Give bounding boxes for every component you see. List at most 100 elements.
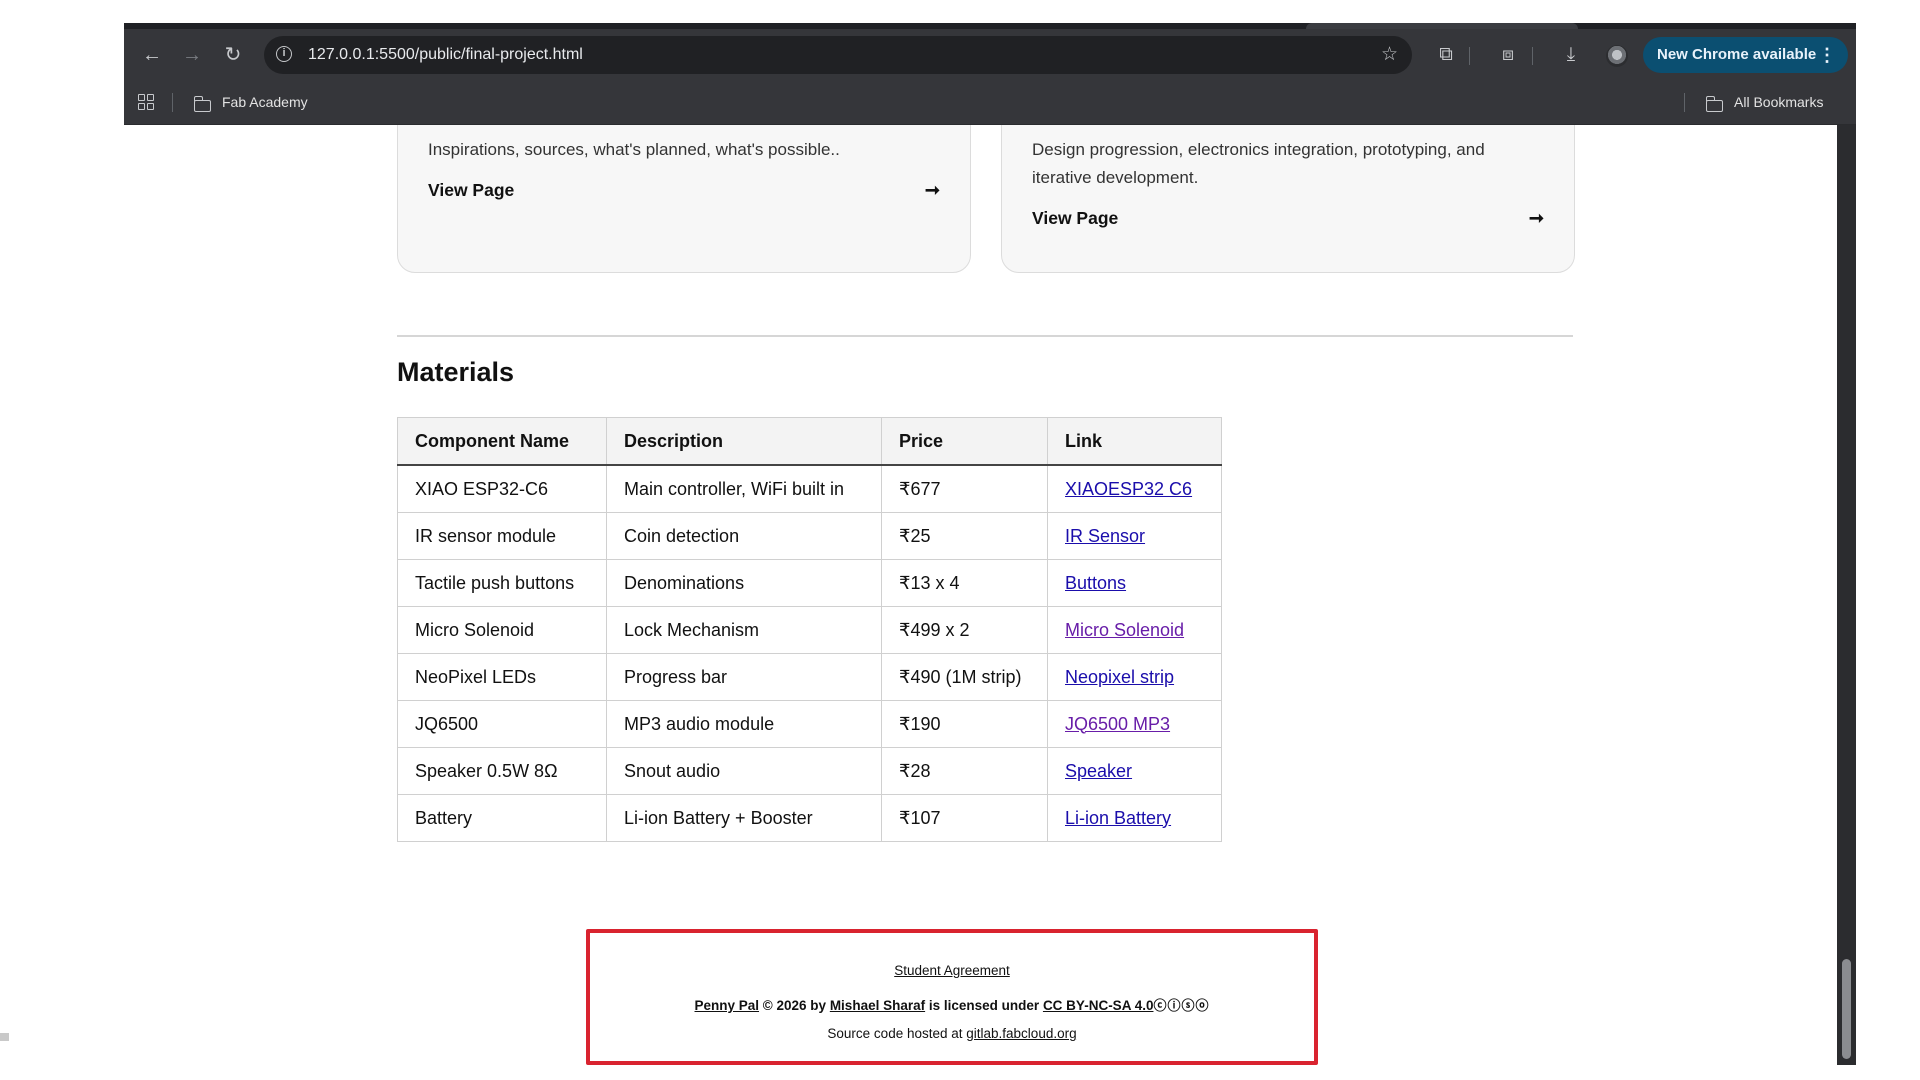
component-link[interactable]: Li-ion Battery (1065, 808, 1171, 828)
component-link[interactable]: Buttons (1065, 573, 1126, 593)
description-cell: Snout audio (606, 747, 882, 795)
author-link[interactable]: Mishael Sharaf (830, 998, 925, 1013)
back-icon[interactable]: ← (134, 37, 170, 73)
component-name-cell: Speaker 0.5W 8Ω (397, 747, 607, 795)
site-info-icon[interactable]: i (276, 46, 292, 62)
link-cell: XIAOESP32 C6 (1047, 464, 1222, 513)
scrollbar[interactable] (1837, 125, 1856, 1065)
column-header: Link (1047, 417, 1222, 466)
toolbar-separator (1532, 47, 1533, 65)
component-link[interactable]: Speaker (1065, 761, 1132, 781)
price-cell: ₹499 x 2 (881, 606, 1048, 654)
address-bar[interactable]: i 127.0.0.1:5500/public/final-project.ht… (264, 36, 1412, 74)
component-link[interactable]: Neopixel strip (1065, 667, 1174, 687)
bookmark-separator (172, 93, 173, 112)
download-icon[interactable]: ⤓ (1553, 37, 1589, 73)
table-row: Tactile push buttons Denominations ₹13 x 4… (397, 559, 1222, 607)
license-line: Penny Pal © 2026 by Mishael Sharaf is li… (590, 995, 1314, 1014)
table-row: XIAO ESP32-C6 Main controller, WiFi built… (397, 464, 1222, 513)
bookmark-separator (1684, 93, 1685, 112)
bookmarks-bar: Fab Academy All Bookmarks (124, 81, 1856, 125)
section-divider (397, 335, 1573, 337)
column-header: Price (881, 417, 1048, 466)
component-name-cell: XIAO ESP32-C6 (397, 464, 607, 513)
cc-license-icon: ⓒⓘⓢⓞ (1153, 998, 1210, 1013)
description-cell: MP3 audio module (606, 700, 882, 748)
browser-toolbar: ← → ↻ i 127.0.0.1:5500/public/final-proj… (124, 29, 1856, 81)
folder-icon (193, 96, 211, 112)
forward-icon[interactable]: → (174, 37, 210, 73)
project-link[interactable]: Penny Pal (695, 998, 760, 1013)
link-cell: Li-ion Battery (1047, 794, 1222, 842)
arrow-right-icon[interactable]: ➞ (925, 180, 940, 201)
kebab-menu-icon[interactable]: ⋮ (1818, 37, 1836, 73)
component-name-cell: Micro Solenoid (397, 606, 607, 654)
tab-search-icon[interactable]: ⧈ (1490, 37, 1526, 73)
gitlab-link[interactable]: gitlab.fabcloud.org (966, 1026, 1076, 1041)
component-name-cell: Battery (397, 794, 607, 842)
materials-heading: Materials (397, 357, 515, 387)
arrow-right-icon[interactable]: ➞ (1529, 208, 1544, 229)
price-cell: ₹190 (881, 700, 1048, 748)
component-name-cell: Tactile push buttons (397, 559, 607, 607)
description-cell: Denominations (606, 559, 882, 607)
scroll-thumb[interactable] (1842, 959, 1851, 1059)
description-cell: Li-ion Battery + Booster (606, 794, 882, 842)
card-design: Design progression, electronics integrat… (1001, 125, 1575, 273)
price-cell: ₹107 (881, 794, 1048, 842)
component-name-cell: JQ6500 (397, 700, 607, 748)
folder-icon (1705, 96, 1723, 112)
price-cell: ₹677 (881, 464, 1048, 513)
description-cell: Coin detection (606, 512, 882, 560)
page-content: Inspirations, sources, what's planned, w… (124, 125, 1837, 1065)
reload-icon[interactable]: ↻ (215, 37, 251, 73)
licensed-text: is licensed under (928, 998, 1040, 1013)
link-cell: Speaker (1047, 747, 1222, 795)
license-link[interactable]: CC BY-NC-SA 4.0 (1043, 998, 1154, 1013)
view-page-link[interactable]: View Page (428, 180, 514, 201)
price-cell: ₹28 (881, 747, 1048, 795)
chrome-update-label: New Chrome available (1657, 46, 1817, 63)
price-cell: ₹25 (881, 512, 1048, 560)
description-cell: Progress bar (606, 653, 882, 701)
link-cell: IR Sensor (1047, 512, 1222, 560)
card-description: Inspirations, sources, what's planned, w… (428, 140, 840, 159)
view-page-link[interactable]: View Page (1032, 208, 1118, 229)
profile-avatar[interactable] (1606, 45, 1628, 67)
component-link[interactable]: IR Sensor (1065, 526, 1145, 546)
component-link[interactable]: JQ6500 MP3 (1065, 714, 1170, 734)
table-row: NeoPixel LEDs Progress bar ₹490 (1M strip)… (397, 653, 1222, 701)
component-link[interactable]: Micro Solenoid (1065, 620, 1184, 640)
description-cell: Main controller, WiFi built in (606, 464, 882, 513)
browser-window: ← → ↻ i 127.0.0.1:5500/public/final-proj… (124, 23, 1856, 1065)
copyright-text: © 2026 by (762, 998, 827, 1013)
url-text[interactable]: 127.0.0.1:5500/public/final-project.html (308, 36, 583, 74)
component-name-cell: IR sensor module (397, 512, 607, 560)
price-cell: ₹490 (1M strip) (881, 653, 1048, 701)
component-name-cell: NeoPixel LEDs (397, 653, 607, 701)
bookmark-star-icon[interactable]: ☆ (1381, 36, 1398, 74)
component-link[interactable]: XIAOESP32 C6 (1065, 479, 1192, 499)
source-text: Source code hosted at (827, 1026, 963, 1041)
materials-table: Component Name Description Price Link XI… (397, 417, 1222, 842)
link-cell: Neopixel strip (1047, 653, 1222, 701)
student-agreement-link[interactable]: Student Agreement (894, 963, 1010, 978)
extensions-icon[interactable]: ⧉ (1428, 37, 1464, 73)
table-row: JQ6500 MP3 audio module ₹190 JQ6500 MP3 (397, 700, 1222, 748)
table-header-row: Component Name Description Price Link (397, 417, 1222, 466)
link-cell: Micro Solenoid (1047, 606, 1222, 654)
table-row: Battery Li-ion Battery + Booster ₹107 Li-io… (397, 794, 1222, 842)
card-inspiration: Inspirations, sources, what's planned, w… (397, 125, 971, 273)
bookmark-label: Fab Academy (222, 94, 308, 110)
column-header: Description (606, 417, 882, 466)
card-description: Design progression, electronics integrat… (1032, 140, 1485, 187)
price-cell: ₹13 x 4 (881, 559, 1048, 607)
link-cell: Buttons (1047, 559, 1222, 607)
site-footer: Student Agreement Penny Pal © 2026 by Mi… (586, 929, 1318, 1065)
apps-grid-icon[interactable] (138, 94, 154, 110)
chrome-update-button[interactable]: New Chrome available ⋮ (1643, 37, 1848, 73)
resize-corner (0, 1033, 9, 1041)
toolbar-separator (1469, 47, 1470, 65)
description-cell: Lock Mechanism (606, 606, 882, 654)
table-row: IR sensor module Coin detection ₹25 IR Sens… (397, 512, 1222, 560)
